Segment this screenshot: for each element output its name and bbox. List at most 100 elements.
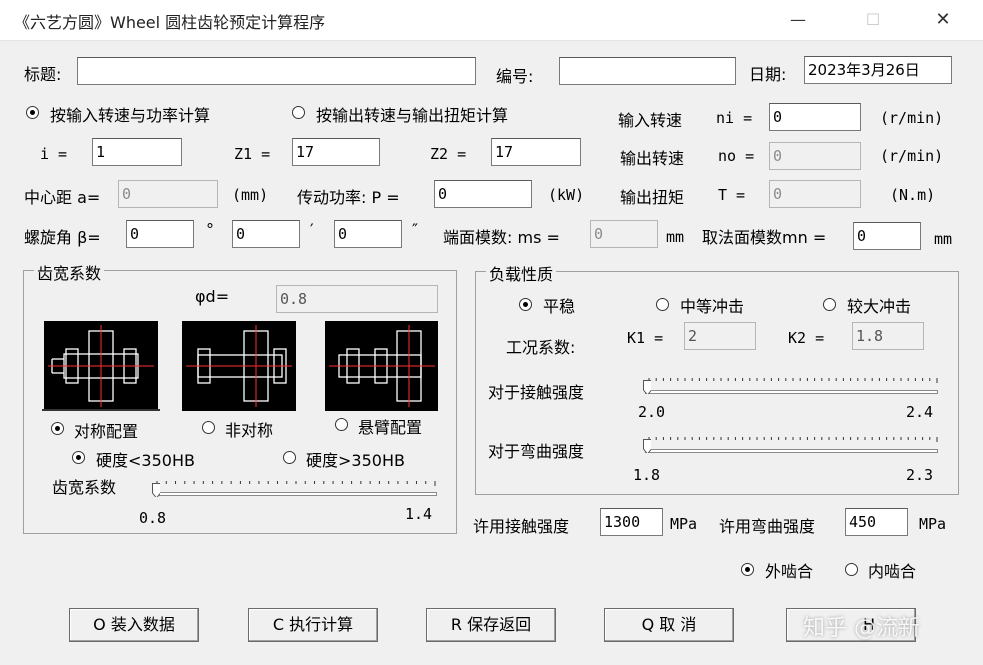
transverse-module-unit: mm [666,228,685,246]
hardness-high-radio[interactable] [283,451,296,464]
title-input[interactable] [77,57,476,85]
output-speed-symbol: no = [718,147,755,165]
bending-slider-label: 对于弯曲强度 [488,442,585,461]
contact-slider-thumb[interactable] [643,380,651,394]
ratio-i-field[interactable]: 1 [92,138,182,166]
transverse-module-field: 0 [590,220,658,248]
helix-degree-field[interactable]: 0 [126,220,194,248]
config-cantilever-radio[interactable] [335,418,348,431]
allow-contact-unit: MPa [670,515,698,533]
power-unit: (kW) [548,186,585,204]
config-symmetric-label[interactable]: 对称配置 [74,418,138,442]
helix-minute-field[interactable]: 0 [232,220,300,248]
mesh-internal-label[interactable]: 内啮合 [868,558,916,582]
allow-bending-field[interactable]: 450 [845,508,908,536]
config-cantilever-label[interactable]: 悬臂配置 [358,414,422,438]
cancel-button[interactable]: Q 取 消 [604,608,734,642]
load-heavy-radio[interactable] [823,298,836,311]
contact-slider-max: 2.4 [906,403,934,421]
load-medium-label[interactable]: 中等冲击 [680,293,744,317]
normal-module-label: 取法面模数mn = [702,228,827,247]
width-slider-label: 齿宽系数 [52,478,117,497]
bending-slider-thumb[interactable] [643,439,651,453]
config-asymmetric-radio[interactable] [202,421,215,434]
number-input[interactable] [559,57,736,85]
save-return-button[interactable]: R 保存返回 [426,608,556,642]
close-icon[interactable]: ✕ [920,0,966,40]
title-label: 标题: [24,65,62,84]
load-smooth-radio[interactable] [519,298,532,311]
load-data-button[interactable]: O 装入数据 [69,608,199,642]
output-torque-unit: (N.m) [890,186,936,204]
mode-input-label[interactable]: 按输入转速与功率计算 [50,102,210,126]
width-slider-min: 0.8 [139,509,167,527]
input-speed-label: 输入转速 [618,111,683,130]
symmetric-gear-image[interactable] [44,321,158,411]
output-speed-field: 0 [769,142,861,170]
z2-field[interactable]: 17 [491,138,581,166]
asymmetric-gear-image[interactable] [182,321,296,411]
width-slider-track[interactable] [154,492,437,496]
mesh-internal-radio[interactable] [845,563,858,576]
mesh-external-radio[interactable] [741,563,754,576]
k1-label: K1 = [627,329,664,347]
bending-slider-max: 2.3 [906,466,934,484]
date-label: 日期: [749,65,787,84]
input-speed-symbol: ni = [716,109,753,127]
watermark: 知乎 @流新 [803,616,920,641]
symmetric-gear-drawing [48,325,154,407]
width-slider-thumb[interactable] [152,483,160,497]
config-asymmetric-label[interactable]: 非对称 [225,417,273,441]
helix-second-field[interactable]: 0 [334,220,402,248]
service-factor-label: 工况系数: [506,338,576,357]
contact-slider-track[interactable] [645,390,938,394]
output-torque-symbol: T = [718,186,746,204]
allow-contact-field[interactable]: 1300 [600,508,663,536]
center-distance-unit: (mm) [232,186,269,204]
hardness-low-radio[interactable] [72,451,85,464]
cantilever-gear-image[interactable] [325,321,438,411]
bending-slider-ticks [648,437,938,442]
hardness-low-label[interactable]: 硬度<350HB [96,447,195,471]
k2-field: 1.8 [852,322,924,350]
output-speed-unit: (r/min) [880,147,944,165]
k1-field: 2 [684,322,756,350]
mesh-external-label[interactable]: 外啮合 [765,558,813,582]
config-symmetric-radio[interactable] [51,422,64,435]
cantilever-gear-drawing [329,325,435,407]
maximize-icon[interactable]: ☐ [850,0,896,40]
power-field[interactable]: 0 [434,180,532,208]
number-label: 编号: [496,67,534,86]
z2-label: Z2 = [430,145,467,163]
date-input[interactable]: 2023年3月26日 [804,56,952,84]
title-bar: 《六艺方圆》Wheel 圆柱齿轮预定计算程序 — ☐ ✕ [0,0,983,41]
center-distance-field: 0 [118,180,218,208]
normal-module-field[interactable]: 0 [853,222,921,250]
bending-slider-track[interactable] [645,449,938,453]
tooth-width-group-title: 齿宽系数 [34,260,105,284]
degree-symbol: ° [206,220,214,239]
minimize-icon[interactable]: — [775,0,821,40]
calculate-button[interactable]: C 执行计算 [248,608,378,642]
selected-image-underline [42,409,160,411]
z1-field[interactable]: 17 [292,138,380,166]
phi-label: φd= [195,287,230,306]
load-smooth-label[interactable]: 平稳 [543,293,575,317]
helix-angle-label: 螺旋角 β= [24,228,101,247]
input-speed-unit: (r/min) [880,109,944,127]
minute-symbol: ′ [310,220,314,239]
mode-output-label[interactable]: 按输出转速与输出扭矩计算 [316,102,508,126]
input-speed-field[interactable]: 0 [769,103,861,131]
contact-slider-min: 2.0 [638,403,666,421]
allow-contact-label: 许用接触强度 [473,517,570,536]
mode-output-radio[interactable] [292,106,305,119]
load-heavy-label[interactable]: 较大冲击 [847,293,911,317]
load-medium-radio[interactable] [656,298,669,311]
transverse-module-label: 端面模数: ms = [443,228,560,247]
ratio-i-label: i = [40,145,68,163]
load-group-title: 负载性质 [486,261,557,285]
mode-input-radio[interactable] [26,106,39,119]
hardness-high-label[interactable]: 硬度>350HB [306,447,405,471]
asymmetric-gear-drawing [186,325,292,407]
phi-field: 0.8 [276,285,438,313]
